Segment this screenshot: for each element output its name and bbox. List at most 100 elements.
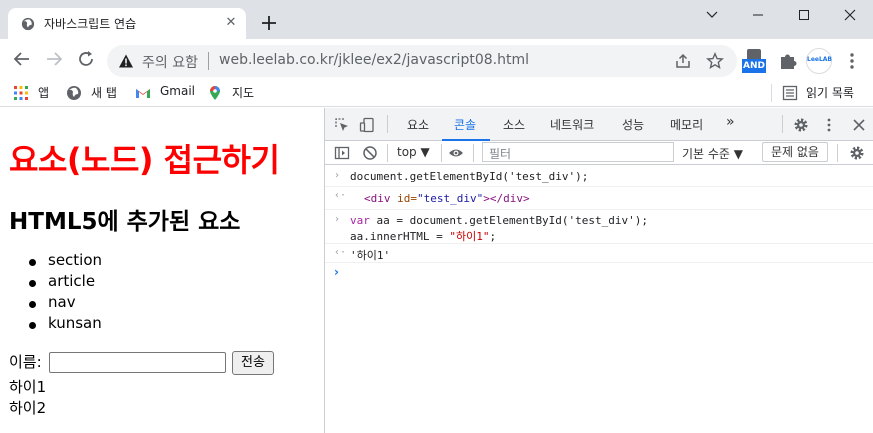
console-settings-gear-icon[interactable] bbox=[849, 145, 865, 161]
globe-icon bbox=[67, 86, 81, 100]
bookmark-new-tab-label: 새 탭 bbox=[91, 86, 117, 100]
settings-gear-icon[interactable] bbox=[793, 117, 809, 133]
reload-icon[interactable] bbox=[75, 48, 97, 70]
sidebar-toggle-icon[interactable] bbox=[334, 145, 350, 161]
console-input-line: › var aa = document.getElementById('test… bbox=[325, 210, 873, 244]
share-icon[interactable] bbox=[674, 52, 692, 70]
devtools-tabbar: 요소 콘솔 소스 네트워크 성능 메모리 » bbox=[325, 108, 873, 141]
code-string: "하이1" bbox=[449, 230, 490, 243]
console-toolbar: top ▼ 필터 기본 수준 ▼ 문제 없음 bbox=[325, 141, 873, 165]
close-tab-icon[interactable]: ✕ bbox=[222, 14, 240, 32]
reading-list-label: 읽기 목록 bbox=[806, 86, 854, 100]
list-bullet bbox=[29, 301, 36, 308]
bookmark-maps[interactable]: 지도 bbox=[207, 83, 259, 103]
kebab-menu-icon[interactable] bbox=[821, 117, 837, 133]
list-bullet bbox=[29, 322, 36, 329]
list-item: nav bbox=[48, 293, 76, 311]
more-menu-icon[interactable] bbox=[840, 49, 864, 73]
bookmarks-bar: 앱 새 탭 Gmail 지도 읽기 목록 bbox=[0, 79, 873, 107]
console-code: document.getElementById('test_div'); bbox=[350, 170, 589, 183]
bookmark-gmail-label: Gmail bbox=[160, 84, 196, 98]
list-bullet bbox=[29, 280, 36, 287]
close-window-icon[interactable] bbox=[827, 0, 873, 30]
extensions-puzzle-icon[interactable] bbox=[776, 49, 800, 73]
bookmark-apps[interactable]: 앱 bbox=[13, 83, 53, 103]
bookmarks-divider bbox=[771, 84, 772, 102]
bookmark-maps-label: 지도 bbox=[232, 86, 255, 100]
console-result-line: ‹· <div id="test_div"></div> bbox=[325, 187, 873, 210]
devtools-separator bbox=[441, 144, 442, 162]
list-bullet bbox=[29, 259, 36, 266]
console-code: aa.innerHTML = "하이1"; bbox=[350, 228, 496, 244]
code-text: aa = document.getElementById('test_div')… bbox=[369, 214, 649, 227]
leelab-label: LeeLAB bbox=[807, 56, 833, 63]
url-text[interactable]: web.leelab.co.kr/jklee/ex2/javascript08.… bbox=[219, 52, 529, 68]
code-text: aa.innerHTML = bbox=[350, 230, 450, 243]
security-label[interactable]: 주의 요함 bbox=[142, 52, 198, 72]
html-attr-value: "test_div" bbox=[417, 192, 484, 205]
forward-icon[interactable] bbox=[43, 48, 65, 70]
tab-sources[interactable]: 소스 bbox=[503, 116, 525, 133]
bookmark-gmail[interactable]: Gmail bbox=[135, 83, 197, 103]
more-tabs-icon[interactable]: » bbox=[726, 114, 735, 130]
devtools-separator bbox=[837, 144, 838, 162]
tab-console[interactable]: 콘솔 bbox=[454, 116, 476, 133]
tab-elements[interactable]: 요소 bbox=[407, 116, 429, 133]
html-tag-open: <div bbox=[364, 192, 391, 205]
list-item: article bbox=[48, 272, 96, 290]
console-filter-input[interactable]: 필터 bbox=[482, 142, 674, 162]
page-title: 요소(노드) 접근하기 bbox=[9, 141, 280, 179]
console-input-line: › document.getElementById('test_div'); bbox=[325, 166, 873, 187]
console-result-string: '하이1' bbox=[350, 249, 391, 262]
input-chevron-icon: › bbox=[334, 170, 341, 181]
address-bar[interactable]: 주의 요함 web.leelab.co.kr/jklee/ex2/javascr… bbox=[107, 45, 737, 77]
tab-search-icon[interactable] bbox=[689, 0, 735, 30]
log-levels-dropdown[interactable]: 기본 수준 ▼ bbox=[682, 145, 743, 162]
back-icon[interactable] bbox=[11, 48, 33, 70]
browser-tab[interactable]: 자바스크립트 연습 ✕ bbox=[8, 8, 246, 39]
inspect-element-icon[interactable] bbox=[334, 117, 350, 133]
minimize-icon[interactable] bbox=[735, 0, 781, 30]
address-separator bbox=[208, 52, 209, 70]
code-keyword: var bbox=[350, 214, 370, 227]
issues-button[interactable]: 문제 없음 bbox=[762, 142, 828, 162]
tab-memory[interactable]: 메모리 bbox=[670, 116, 703, 133]
apps-grid-icon bbox=[14, 86, 28, 100]
device-toolbar-icon[interactable] bbox=[359, 117, 375, 133]
console-prompt-icon[interactable]: › bbox=[334, 265, 339, 279]
warning-icon[interactable] bbox=[118, 53, 134, 69]
tab-performance[interactable]: 성능 bbox=[622, 116, 644, 133]
context-selector[interactable]: top ▼ bbox=[397, 145, 430, 159]
name-input[interactable] bbox=[49, 352, 226, 373]
close-devtools-icon[interactable] bbox=[851, 117, 867, 133]
and-extension-icon[interactable]: AND bbox=[742, 49, 766, 73]
reading-list-icon bbox=[782, 85, 798, 101]
reading-list[interactable]: 읽기 목록 bbox=[782, 83, 862, 103]
console-result-element[interactable]: <div id="test_div"></div> bbox=[364, 192, 530, 205]
html-tag-close: ></div> bbox=[483, 192, 530, 205]
eye-icon[interactable] bbox=[448, 145, 464, 161]
new-tab-icon[interactable] bbox=[258, 12, 280, 34]
devtools-separator bbox=[387, 115, 388, 133]
maximize-icon[interactable] bbox=[781, 0, 827, 30]
tab-network[interactable]: 네트워크 bbox=[550, 116, 594, 133]
leelab-profile-icon[interactable]: LeeLAB bbox=[806, 48, 832, 74]
maps-pin-icon bbox=[210, 86, 220, 100]
tab-title: 자바스크립트 연습 bbox=[44, 17, 137, 31]
devtools-separator bbox=[387, 144, 388, 162]
console-result-line: ‹· '하이1' bbox=[325, 244, 873, 263]
clear-console-icon[interactable] bbox=[362, 145, 378, 161]
globe-icon bbox=[21, 17, 35, 31]
devtools-separator bbox=[782, 115, 783, 133]
bookmark-new-tab[interactable]: 새 탭 bbox=[66, 83, 126, 103]
and-badge: AND bbox=[742, 59, 766, 73]
bookmark-apps-label: 앱 bbox=[38, 86, 50, 100]
submit-button[interactable]: 전송 bbox=[232, 351, 274, 375]
bookmark-star-icon[interactable] bbox=[706, 52, 724, 70]
name-label: 이름: bbox=[9, 353, 42, 371]
result-arrow-icon: ‹· bbox=[334, 190, 347, 201]
devtools-panel: 요소 콘솔 소스 네트워크 성능 메모리 » top ▼ 필터 기본 수준 ▼ … bbox=[324, 108, 873, 433]
devtools-separator bbox=[473, 144, 474, 162]
list-item: kunsan bbox=[48, 314, 102, 332]
and-extension-top bbox=[747, 49, 761, 59]
